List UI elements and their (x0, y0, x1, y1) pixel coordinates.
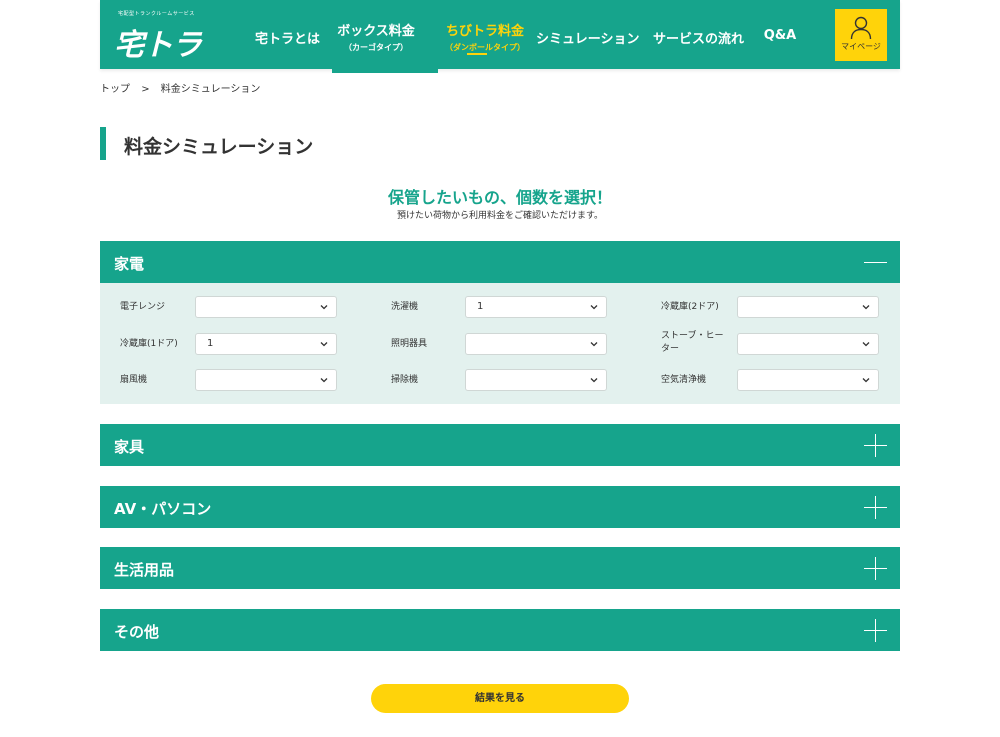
nav-about[interactable]: 宅トラとは (255, 0, 320, 69)
logo-text: 宅トラ (114, 28, 202, 63)
nav-box-price[interactable]: ボックス料金 （カーゴタイプ） (336, 0, 416, 69)
quantity-select-fridge-1door[interactable]: 1 (195, 333, 337, 355)
quantity-select-fan[interactable] (195, 369, 337, 391)
category-title: その他 (114, 623, 160, 641)
page-title: 料金シミュレーション (124, 136, 314, 158)
expand-plus-icon[interactable] (864, 619, 887, 642)
category-appliances-panel: 電子レンジ 洗濯機 1 冷蔵庫(2ドア) 冷蔵庫(1ドア) 1 照明器具 ストー… (100, 283, 900, 404)
breadcrumb-current: 料金シミュレーション (160, 84, 261, 95)
quantity-select-washer[interactable]: 1 (465, 296, 607, 318)
expand-plus-icon[interactable] (864, 496, 887, 519)
mypage-label: マイページ (841, 42, 881, 51)
collapse-icon[interactable] (864, 251, 887, 274)
lead-subtitle: 預けたい荷物から利用料金をご確認いただけます。 (396, 211, 604, 221)
nav-active-underline (467, 53, 487, 55)
item-label: 扇風機 (120, 375, 148, 385)
item-label: 空気清浄機 (661, 375, 707, 385)
nav-box-price-label: ボックス料金 (337, 24, 415, 39)
quantity-select-heater[interactable] (737, 333, 879, 355)
quantity-select-microwave[interactable] (195, 296, 337, 318)
lead-title: 保管したいもの、個数を選択！ (387, 188, 612, 207)
nav-qa-label: Q&A (763, 28, 797, 43)
chevron-down-icon (320, 342, 328, 347)
nav-about-label: 宅トラとは (255, 32, 321, 47)
category-furniture-header[interactable]: 家具 (100, 424, 900, 466)
nav-flow-label: サービスの流れ (653, 32, 745, 47)
category-title: AV・パソコン (114, 500, 212, 518)
nav-flow[interactable]: サービスの流れ (653, 0, 745, 69)
breadcrumb: トップ > 料金シミュレーション (100, 80, 268, 95)
chevron-down-icon (320, 305, 328, 310)
item-label: 冷蔵庫(2ドア) (661, 302, 719, 312)
item-label: 電子レンジ (120, 302, 166, 312)
item-label: 冷蔵庫(1ドア) (120, 339, 178, 349)
nav-chibitora-price-sub: （ダンボールタイプ） (445, 43, 525, 52)
quantity-select-vacuum[interactable] (465, 369, 607, 391)
category-other-header[interactable]: その他 (100, 609, 900, 651)
expand-plus-icon[interactable] (864, 557, 887, 580)
category-daily-goods-header[interactable]: 生活用品 (100, 547, 900, 589)
mypage-button[interactable]: マイページ (835, 9, 887, 61)
quantity-select-air-purifier[interactable] (737, 369, 879, 391)
nav-simulation-label: シミュレーション (536, 32, 640, 47)
item-label: ストーブ・ヒーター (661, 331, 724, 354)
nav-chibitora-price[interactable]: ちびトラ料金 （ダンボールタイプ） (432, 0, 538, 69)
breadcrumb-home[interactable]: トップ (100, 84, 130, 95)
chevron-down-icon (862, 305, 870, 310)
category-title: 生活用品 (114, 561, 175, 579)
site-header: 宅配型トランクルームサービス 宅トラ 宅トラとは ボックス料金 （カーゴタイプ）… (100, 0, 900, 69)
logo-tagline: 宅配型トランクルームサービス (118, 11, 195, 17)
breadcrumb-separator: > (141, 84, 150, 95)
chevron-down-icon (862, 378, 870, 383)
nav-active-tab-bar (332, 69, 438, 73)
nav-box-price-sub: （カーゴタイプ） (344, 43, 408, 52)
page-title-accent (100, 127, 106, 160)
user-icon (850, 16, 872, 40)
chevron-down-icon (320, 378, 328, 383)
item-label: 掃除機 (391, 375, 419, 385)
category-av-pc-header[interactable]: AV・パソコン (100, 486, 900, 528)
expand-plus-icon[interactable] (864, 434, 887, 457)
nav-qa[interactable]: Q&A (760, 0, 800, 69)
chevron-down-icon (862, 342, 870, 347)
select-value: 1 (207, 338, 214, 349)
quantity-select-fridge-2door[interactable] (737, 296, 879, 318)
nav-chibitora-price-label: ちびトラ料金 (445, 24, 524, 39)
site-logo[interactable]: 宅配型トランクルームサービス 宅トラ (114, 8, 214, 63)
select-value: 1 (477, 301, 484, 312)
category-title: 家電 (114, 255, 145, 273)
category-title: 家具 (114, 438, 145, 456)
chevron-down-icon (590, 342, 598, 347)
chevron-down-icon (590, 305, 598, 310)
view-results-button[interactable]: 結果を見る (371, 684, 629, 713)
nav-simulation[interactable]: シミュレーション (536, 0, 640, 69)
quantity-select-lighting[interactable] (465, 333, 607, 355)
category-appliances-header[interactable]: 家電 (100, 241, 900, 283)
chevron-down-icon (590, 378, 598, 383)
item-label: 洗濯機 (391, 302, 419, 312)
item-label: 照明器具 (391, 339, 428, 349)
